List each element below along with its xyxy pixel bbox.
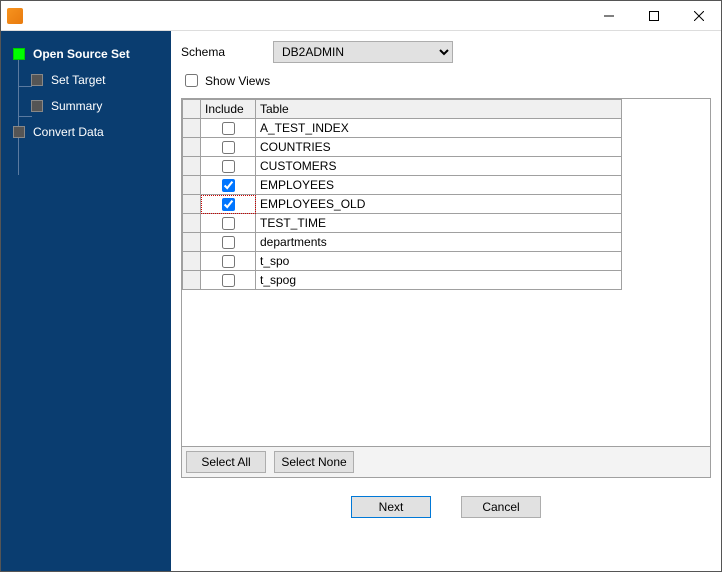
- select-all-button[interactable]: Select All: [186, 451, 266, 473]
- row-header: [183, 176, 201, 195]
- table-row[interactable]: EMPLOYEES: [183, 176, 622, 195]
- close-icon: [694, 11, 704, 21]
- app-window: Open Source Set Set Target Summary Conve…: [0, 0, 722, 572]
- step-convert-data[interactable]: Convert Data: [1, 119, 171, 145]
- row-header: [183, 252, 201, 271]
- include-cell[interactable]: [201, 176, 256, 195]
- table-row[interactable]: departments: [183, 233, 622, 252]
- step-label: Set Target: [51, 73, 105, 87]
- cancel-button[interactable]: Cancel: [461, 496, 541, 518]
- include-checkbox[interactable]: [222, 122, 235, 135]
- titlebar: [1, 1, 721, 31]
- maximize-icon: [649, 11, 659, 21]
- include-checkbox[interactable]: [222, 274, 235, 287]
- include-checkbox[interactable]: [222, 160, 235, 173]
- include-checkbox[interactable]: [222, 198, 235, 211]
- table-name-cell[interactable]: COUNTRIES: [256, 138, 622, 157]
- row-header: [183, 271, 201, 290]
- step-label: Open Source Set: [33, 47, 130, 61]
- row-header-blank: [183, 100, 201, 119]
- table-row[interactable]: CUSTOMERS: [183, 157, 622, 176]
- table-name-cell[interactable]: t_spog: [256, 271, 622, 290]
- show-views-label: Show Views: [205, 74, 270, 88]
- app-icon: [7, 8, 23, 24]
- table-name-cell[interactable]: CUSTOMERS: [256, 157, 622, 176]
- main-content: Schema DB2ADMIN Show Views: [171, 31, 721, 571]
- table-row[interactable]: t_spog: [183, 271, 622, 290]
- step-icon: [13, 126, 25, 138]
- include-cell[interactable]: [201, 214, 256, 233]
- row-header: [183, 157, 201, 176]
- col-header-table[interactable]: Table: [256, 100, 622, 119]
- include-cell[interactable]: [201, 119, 256, 138]
- include-cell[interactable]: [201, 157, 256, 176]
- row-header: [183, 214, 201, 233]
- row-header: [183, 138, 201, 157]
- show-views-input[interactable]: [185, 74, 198, 87]
- include-cell[interactable]: [201, 138, 256, 157]
- include-checkbox[interactable]: [222, 217, 235, 230]
- select-none-button[interactable]: Select None: [274, 451, 354, 473]
- step-set-target[interactable]: Set Target: [1, 67, 171, 93]
- table-name-cell[interactable]: EMPLOYEES: [256, 176, 622, 195]
- table-row[interactable]: t_spo: [183, 252, 622, 271]
- footer-buttons: Next Cancel: [181, 486, 711, 530]
- include-cell[interactable]: [201, 271, 256, 290]
- show-views-checkbox[interactable]: Show Views: [181, 71, 711, 90]
- table-name-cell[interactable]: TEST_TIME: [256, 214, 622, 233]
- minimize-button[interactable]: [586, 1, 631, 30]
- step-label: Summary: [51, 99, 102, 113]
- include-cell[interactable]: [201, 252, 256, 271]
- table-name-cell[interactable]: t_spo: [256, 252, 622, 271]
- minimize-icon: [604, 11, 614, 21]
- include-cell[interactable]: [201, 233, 256, 252]
- schema-select[interactable]: DB2ADMIN: [273, 41, 453, 63]
- row-header: [183, 195, 201, 214]
- schema-label: Schema: [181, 45, 261, 59]
- table-row[interactable]: A_TEST_INDEX: [183, 119, 622, 138]
- close-button[interactable]: [676, 1, 721, 30]
- include-checkbox[interactable]: [222, 179, 235, 192]
- row-header: [183, 119, 201, 138]
- include-checkbox[interactable]: [222, 236, 235, 249]
- include-checkbox[interactable]: [222, 141, 235, 154]
- step-label: Convert Data: [33, 125, 104, 139]
- include-checkbox[interactable]: [222, 255, 235, 268]
- step-summary[interactable]: Summary: [1, 93, 171, 119]
- table-name-cell[interactable]: A_TEST_INDEX: [256, 119, 622, 138]
- table-row[interactable]: COUNTRIES: [183, 138, 622, 157]
- wizard-sidebar: Open Source Set Set Target Summary Conve…: [1, 31, 171, 571]
- next-button[interactable]: Next: [351, 496, 431, 518]
- step-icon: [31, 100, 43, 112]
- step-active-icon: [13, 48, 25, 60]
- step-open-source-set[interactable]: Open Source Set: [1, 41, 171, 67]
- maximize-button[interactable]: [631, 1, 676, 30]
- table-name-cell[interactable]: EMPLOYEES_OLD: [256, 195, 622, 214]
- table-name-cell[interactable]: departments: [256, 233, 622, 252]
- include-cell[interactable]: [201, 195, 256, 214]
- table-row[interactable]: EMPLOYEES_OLD: [183, 195, 622, 214]
- step-icon: [31, 74, 43, 86]
- table-row[interactable]: TEST_TIME: [183, 214, 622, 233]
- tables-grid: Include Table A_TEST_INDEXCOUNTRIESCUSTO…: [181, 98, 711, 478]
- row-header: [183, 233, 201, 252]
- col-header-include[interactable]: Include: [201, 100, 256, 119]
